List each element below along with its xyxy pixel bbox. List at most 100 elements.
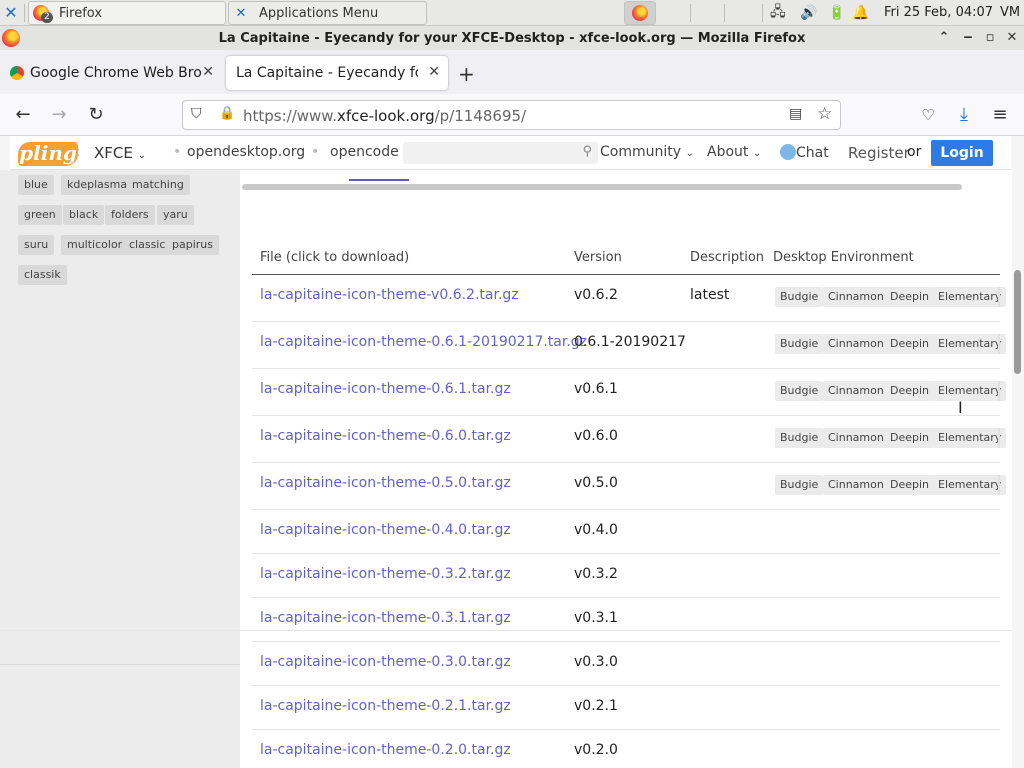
- pling-logo[interactable]: pling: [18, 142, 78, 166]
- tab-la-capitaine[interactable]: La Capitaine - Eyecandy for your XFCE-De…: [226, 56, 448, 90]
- table-row: la-capitaine-icon-theme-0.3.0.tar.gz v0.3…: [252, 642, 1000, 686]
- close-tab-icon[interactable]: ✕: [202, 64, 214, 80]
- maximize-button[interactable]: ▫: [980, 28, 1000, 48]
- version-cell: v0.3.1: [574, 610, 618, 626]
- category-dropdown[interactable]: XFCE ⌄: [94, 144, 146, 162]
- desktop-environment-chip[interactable]: Deepin: [885, 287, 935, 307]
- tag-multicolor[interactable]: multicolor: [61, 235, 129, 255]
- desktop-environment-chip[interactable]: Budgie: [775, 381, 824, 401]
- close-window-button[interactable]: ✕: [1002, 28, 1022, 48]
- desktop-environment-chip[interactable]: Deepin: [885, 334, 935, 354]
- desktop-environment-chip[interactable]: Elementary: [933, 334, 1007, 354]
- search-icon[interactable]: ⚲: [582, 144, 592, 159]
- url-bar[interactable]: ⛉ 🔒 https://www.xfce-look.org/p/1148695/…: [182, 100, 841, 130]
- tag-papirus[interactable]: papirus: [166, 235, 219, 255]
- community-dropdown[interactable]: Community ⌄: [600, 144, 694, 160]
- network-icon[interactable]: 🖧: [770, 3, 786, 23]
- taskbar-applications-menu[interactable]: ✕ Applications Menu: [228, 1, 427, 25]
- taskbar-apps-label: Applications Menu: [259, 5, 379, 21]
- desktop-environment-chip[interactable]: Elementary: [933, 287, 1007, 307]
- desktop-environment-chip[interactable]: Elementary: [933, 381, 1007, 401]
- tab-chrome-web-browser[interactable]: Google Chrome Web Browser ✕: [0, 56, 222, 90]
- version-cell: v0.2.0: [574, 742, 618, 758]
- table-row: la-capitaine-icon-theme-0.6.1.tar.gz v0.6…: [252, 369, 1007, 416]
- battery-icon[interactable]: 🔋: [828, 3, 845, 23]
- taskbar-firefox[interactable]: 2 Firefox: [28, 1, 226, 25]
- tab-label: La Capitaine - Eyecandy for your XFCE-De…: [236, 65, 418, 81]
- forward-button[interactable]: →: [46, 103, 72, 127]
- tag-blue[interactable]: blue: [18, 175, 54, 195]
- new-tab-button[interactable]: +: [458, 62, 475, 86]
- window-titlebar[interactable]: La Capitaine - Eyecandy for your XFCE-De…: [0, 26, 1024, 50]
- reload-button[interactable]: ↻: [83, 103, 109, 127]
- login-button[interactable]: Login: [931, 140, 993, 166]
- file-download-link[interactable]: la-capitaine-icon-theme-0.6.1-20190217.t…: [260, 334, 587, 350]
- file-download-link[interactable]: la-capitaine-icon-theme-0.2.0.tar.gz: [260, 742, 511, 758]
- about-dropdown[interactable]: About ⌄: [707, 144, 761, 160]
- bookmark-star-icon[interactable]: ☆: [817, 104, 832, 124]
- link-opencode[interactable]: opencode: [330, 144, 399, 160]
- version-cell: v0.4.0: [574, 522, 618, 538]
- vertical-scrollbar[interactable]: [1014, 270, 1021, 374]
- file-download-link[interactable]: la-capitaine-icon-theme-0.3.1.tar.gz: [260, 610, 511, 626]
- tag-matching[interactable]: matching: [126, 175, 190, 195]
- firefox-icon: [632, 5, 648, 21]
- xfce-menu-icon[interactable]: ✕: [2, 4, 20, 22]
- desktop-environment-chip[interactable]: Cinnamon: [823, 334, 889, 354]
- desktop-environment-chip[interactable]: Cinnamon: [823, 287, 889, 307]
- panel-clock[interactable]: Fri 25 Feb, 04:07: [884, 5, 993, 20]
- horizontal-scrollbar[interactable]: [242, 184, 962, 190]
- file-download-link[interactable]: la-capitaine-icon-theme-0.2.1.tar.gz: [260, 698, 511, 714]
- downloads-icon[interactable]: ⤓: [951, 103, 977, 127]
- reader-view-icon[interactable]: ▤: [789, 106, 802, 122]
- tag-folders[interactable]: folders: [105, 205, 155, 225]
- tag-suru[interactable]: suru: [18, 235, 55, 255]
- desktop-environment-chip[interactable]: Budgie: [775, 287, 824, 307]
- desktop-environment-chip[interactable]: Budgie: [775, 475, 824, 495]
- file-download-link[interactable]: la-capitaine-icon-theme-v0.6.2.tar.gz: [260, 287, 519, 303]
- register-link[interactable]: Register: [848, 144, 910, 162]
- desktop-environment-chip[interactable]: Budgie: [775, 428, 824, 448]
- tag-yaru[interactable]: yaru: [157, 205, 194, 225]
- desktop-environment-chip[interactable]: Cinnamon: [823, 428, 889, 448]
- desktop-environment-chip[interactable]: Elementary: [933, 428, 1007, 448]
- file-download-link[interactable]: la-capitaine-icon-theme-0.4.0.tar.gz: [260, 522, 511, 538]
- close-tab-icon[interactable]: ✕: [428, 64, 440, 80]
- file-download-link[interactable]: la-capitaine-icon-theme-0.3.0.tar.gz: [260, 654, 511, 670]
- file-download-link[interactable]: la-capitaine-icon-theme-0.6.1.tar.gz: [260, 381, 511, 397]
- desktop-environment-chip[interactable]: Deepin: [885, 428, 935, 448]
- chevron-up-icon[interactable]: ⌃: [934, 28, 954, 48]
- minimize-button[interactable]: ‒: [958, 28, 978, 48]
- divider: [0, 664, 240, 665]
- lock-icon[interactable]: 🔒: [219, 106, 235, 121]
- tag-classic[interactable]: classic: [123, 235, 172, 255]
- file-download-link[interactable]: la-capitaine-icon-theme-0.6.0.tar.gz: [260, 428, 511, 444]
- shield-icon[interactable]: ⛉: [191, 106, 202, 122]
- desktop-environment-chip[interactable]: Deepin: [885, 475, 935, 495]
- notification-bell-icon[interactable]: 🔔: [852, 3, 869, 23]
- chat-link[interactable]: Chat: [780, 144, 829, 161]
- desktop-environment-chip[interactable]: Elementary: [933, 475, 1007, 495]
- tag-kdeplasma[interactable]: kdeplasma: [61, 175, 134, 195]
- pocket-icon[interactable]: ♡: [915, 103, 941, 127]
- tag-green[interactable]: green: [18, 205, 62, 225]
- file-download-link[interactable]: la-capitaine-icon-theme-0.5.0.tar.gz: [260, 475, 511, 491]
- desktop-environment-chip[interactable]: Budgie: [775, 334, 824, 354]
- table-row: la-capitaine-icon-theme-v0.6.2.tar.gz v0.…: [252, 275, 1007, 322]
- table-row: la-capitaine-icon-theme-0.5.0.tar.gz v0.5…: [252, 463, 1007, 510]
- desktop-environment-chip[interactable]: Deepin: [885, 381, 935, 401]
- desktop-environment-chip[interactable]: Cinnamon: [823, 381, 889, 401]
- tag-black[interactable]: black: [63, 205, 105, 225]
- menu-hamburger-icon[interactable]: ≡: [987, 103, 1013, 127]
- file-download-link[interactable]: la-capitaine-icon-theme-0.3.2.tar.gz: [260, 566, 511, 582]
- back-button[interactable]: ←: [10, 103, 36, 127]
- search-input[interactable]: ⚲: [403, 142, 598, 164]
- desktop-environment-chip[interactable]: Cinnamon: [823, 475, 889, 495]
- url-text[interactable]: https://www.xfce-look.org/p/1148695/: [243, 107, 526, 125]
- taskbar-firefox-label: Firefox: [59, 5, 103, 21]
- volume-icon[interactable]: 🔊: [800, 3, 817, 23]
- main-content: File (click to download) Version Descrip…: [240, 170, 1012, 768]
- link-opendesktop[interactable]: opendesktop.org: [187, 144, 305, 160]
- workspace-firefox-button[interactable]: [624, 1, 656, 25]
- tag-classik[interactable]: classik: [18, 265, 67, 285]
